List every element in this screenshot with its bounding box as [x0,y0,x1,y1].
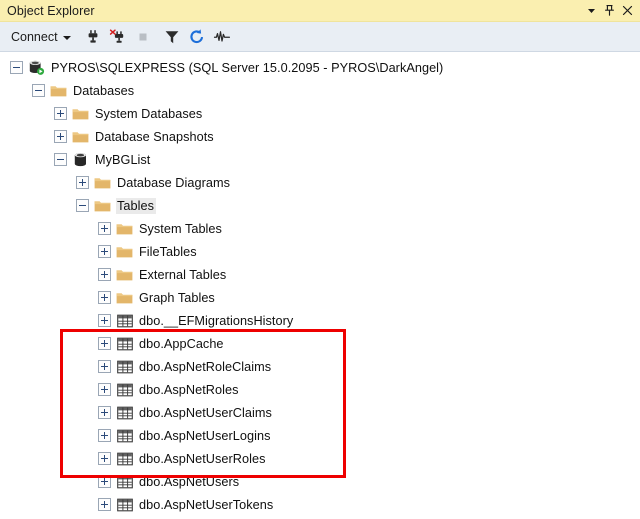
tree-node-table-aspnetusertokens[interactable]: dbo.AspNetUserTokens [0,493,640,516]
folder-icon [72,106,89,122]
disconnect-object-explorer-icon[interactable] [106,25,130,49]
tree-node-external-tables[interactable]: External Tables [0,263,640,286]
tree-node-label: dbo.AspNetRoles [139,382,239,397]
tree-node-label: Database Snapshots [95,129,214,144]
tree-node-label: System Tables [139,221,222,236]
tree-node-table-aspnetroles[interactable]: dbo.AspNetRoles [0,378,640,401]
expand-toggle-icon[interactable] [98,475,111,488]
expand-toggle-icon[interactable] [98,314,111,327]
expand-toggle-icon[interactable] [98,406,111,419]
expand-toggle-icon[interactable] [76,176,89,189]
tree-node-table-aspnetusers[interactable]: dbo.AspNetUsers [0,470,640,493]
stop-icon [131,25,155,49]
expand-toggle-icon[interactable] [98,429,111,442]
tree-node-label: dbo.AspNetUsers [139,474,240,489]
table-icon [116,405,133,421]
tree-node-label: Tables [116,197,156,214]
connect-button-label: Connect [11,29,58,44]
table-icon [116,382,133,398]
object-explorer-tree[interactable]: PYROS\SQLEXPRESS (SQL Server 15.0.2095 -… [0,52,640,519]
tree-node-label: dbo.AspNetRoleClaims [139,359,272,374]
table-icon [116,428,133,444]
expand-toggle-icon[interactable] [54,107,67,120]
folder-icon [72,129,89,145]
pin-icon[interactable] [600,2,618,20]
connect-object-explorer-icon[interactable] [81,25,105,49]
tree-node-server[interactable]: PYROS\SQLEXPRESS (SQL Server 15.0.2095 -… [0,56,640,79]
collapse-toggle-icon[interactable] [10,61,23,74]
collapse-toggle-icon[interactable] [54,153,67,166]
tree-node-label: Databases [73,83,135,98]
refresh-icon[interactable] [185,25,209,49]
tree-node-label: External Tables [139,267,227,282]
tree-node-label: Graph Tables [139,290,215,305]
object-explorer-window: Object Explorer Connect PYROS\SQLEXPRESS… [0,0,640,519]
tree-node-table-efmigrationshistory[interactable]: dbo.__EFMigrationsHistory [0,309,640,332]
folder-icon [116,290,133,306]
server-icon [28,60,45,76]
tree-node-databases[interactable]: Databases [0,79,640,102]
tree-node-table-aspnetuserclaims[interactable]: dbo.AspNetUserClaims [0,401,640,424]
tree-node-label: dbo.AspNetUserRoles [139,451,266,466]
table-icon [116,451,133,467]
tree-node-table-appcache[interactable]: dbo.AppCache [0,332,640,355]
folder-icon [94,175,111,191]
filter-icon[interactable] [160,25,184,49]
tree-node-filetables[interactable]: FileTables [0,240,640,263]
page-title: Object Explorer [7,3,95,18]
tree-node-graph-tables[interactable]: Graph Tables [0,286,640,309]
table-icon [116,336,133,352]
tree-node-label: MyBGList [95,152,151,167]
expand-toggle-icon[interactable] [98,452,111,465]
tree-node-label: Database Diagrams [117,175,230,190]
tree-node-label: dbo.AspNetUserLogins [139,428,271,443]
tree-node-label: dbo.AspNetUserTokens [139,497,274,512]
table-icon [116,313,133,329]
tree-node-label: dbo.AspNetUserClaims [139,405,272,420]
tree-node-mybglist[interactable]: MyBGList [0,148,640,171]
expand-toggle-icon[interactable] [98,222,111,235]
expand-toggle-icon[interactable] [98,291,111,304]
collapse-toggle-icon[interactable] [32,84,45,97]
tree-node-system-databases[interactable]: System Databases [0,102,640,125]
expand-toggle-icon[interactable] [98,337,111,350]
chevron-down-icon[interactable] [582,2,600,20]
collapse-toggle-icon[interactable] [76,199,89,212]
database-icon [72,152,89,168]
tree-node-label: System Databases [95,106,203,121]
tree-node-database-diagrams[interactable]: Database Diagrams [0,171,640,194]
expand-toggle-icon[interactable] [98,498,111,511]
expand-toggle-icon[interactable] [98,245,111,258]
tree-node-tables[interactable]: Tables [0,194,640,217]
expand-toggle-icon[interactable] [98,383,111,396]
table-icon [116,497,133,513]
expand-toggle-icon[interactable] [54,130,67,143]
tree-node-table-aspnetuserroles[interactable]: dbo.AspNetUserRoles [0,447,640,470]
activity-monitor-icon[interactable] [210,25,234,49]
table-icon [116,474,133,490]
folder-icon [94,198,111,214]
folder-icon [50,83,67,99]
tree-node-table-aspnetroleclaims[interactable]: dbo.AspNetRoleClaims [0,355,640,378]
folder-icon [116,267,133,283]
tree-node-label: dbo.__EFMigrationsHistory [139,313,294,328]
table-icon [116,359,133,375]
folder-icon [116,221,133,237]
window-titlebar: Object Explorer [0,0,640,22]
tree-node-database-snapshots[interactable]: Database Snapshots [0,125,640,148]
connect-button[interactable]: Connect [7,28,75,46]
tree-node-label: dbo.AppCache [139,336,224,351]
chevron-down-icon [62,35,71,40]
folder-icon [116,244,133,260]
expand-toggle-icon[interactable] [98,268,111,281]
tree-node-label: FileTables [139,244,197,259]
expand-toggle-icon[interactable] [98,360,111,373]
close-icon[interactable] [618,2,636,20]
tree-node-table-aspnetuserlogins[interactable]: dbo.AspNetUserLogins [0,424,640,447]
tree-node-system-tables[interactable]: System Tables [0,217,640,240]
object-explorer-toolbar: Connect [0,22,640,52]
tree-node-label: PYROS\SQLEXPRESS (SQL Server 15.0.2095 -… [51,60,444,75]
